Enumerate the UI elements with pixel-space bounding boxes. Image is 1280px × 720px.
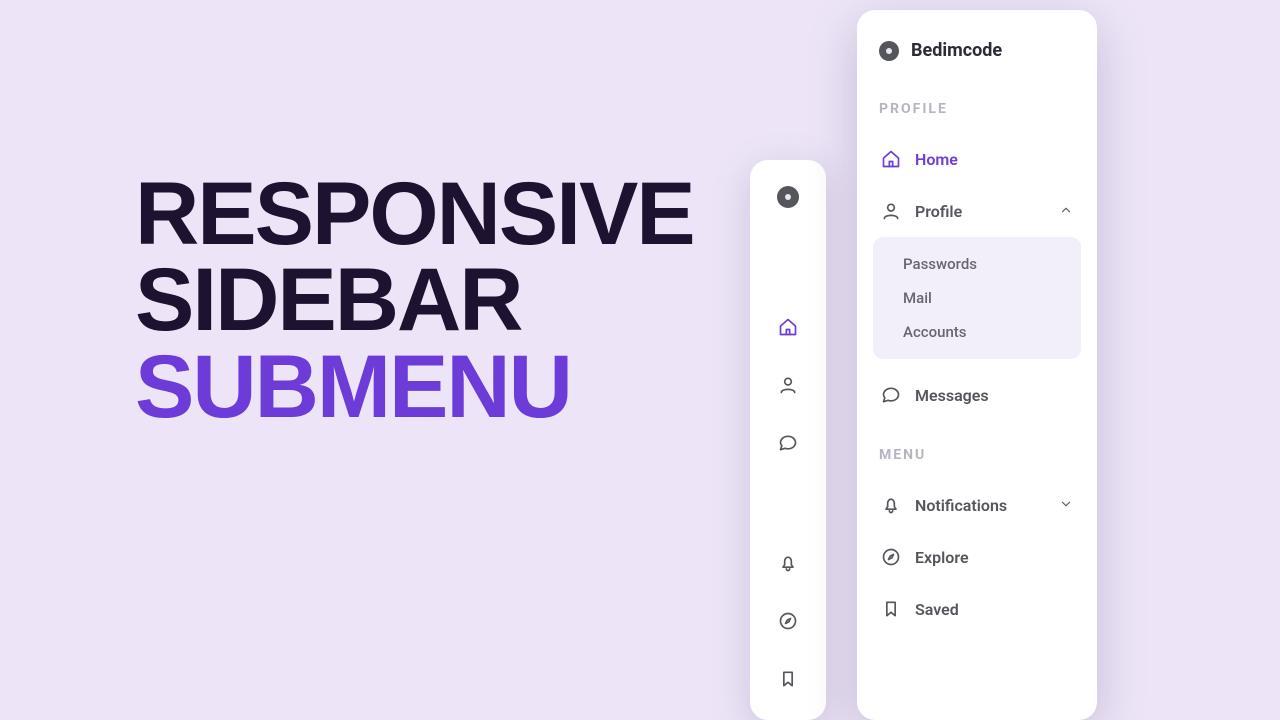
bookmark-icon: [881, 599, 901, 619]
sidebar-item-label: Profile: [915, 202, 962, 221]
sidebar-item-saved[interactable]: Saved: [873, 587, 1081, 631]
headline: RESPONSIVE SIDEBAR SUBMENU: [135, 170, 694, 429]
mini-item-explore[interactable]: [750, 592, 826, 650]
logo-icon: [777, 186, 799, 208]
chat-icon: [881, 385, 901, 405]
chevron-down-icon: [1059, 496, 1073, 515]
home-icon: [778, 317, 798, 337]
mini-item-messages[interactable]: [750, 414, 826, 472]
sidebar-item-label: Home: [915, 150, 958, 169]
mini-item-profile[interactable]: [750, 356, 826, 414]
mini-item-saved[interactable]: [750, 650, 826, 708]
user-icon: [881, 201, 901, 221]
brand[interactable]: Bedimcode: [873, 32, 1081, 61]
bell-icon: [778, 553, 798, 573]
submenu-profile: Passwords Mail Accounts: [873, 237, 1081, 359]
sidebar-item-label: Saved: [915, 600, 959, 619]
chat-icon: [778, 433, 798, 453]
sidebar-item-notifications[interactable]: Notifications: [873, 483, 1081, 527]
section-title-profile: PROFILE: [873, 101, 1081, 117]
sidebar-expanded: Bedimcode PROFILE Home Profile Passwords…: [857, 10, 1097, 720]
logo-icon: [879, 41, 899, 61]
sidebar-item-messages[interactable]: Messages: [873, 373, 1081, 417]
user-icon: [778, 375, 798, 395]
sidebar-item-explore[interactable]: Explore: [873, 535, 1081, 579]
headline-line-3: SUBMENU: [135, 343, 694, 429]
home-icon: [881, 149, 901, 169]
submenu-item-mail[interactable]: Mail: [873, 281, 1081, 315]
sidebar-item-label: Messages: [915, 386, 989, 405]
section-title-menu: MENU: [873, 447, 1081, 463]
compass-icon: [881, 547, 901, 567]
mini-item-notifications[interactable]: [750, 534, 826, 592]
sidebar-item-home[interactable]: Home: [873, 137, 1081, 181]
headline-line-2: SIDEBAR: [135, 256, 694, 342]
sidebar-item-label: Notifications: [915, 496, 1007, 515]
brand-name: Bedimcode: [911, 40, 1002, 61]
chevron-up-icon: [1059, 202, 1073, 221]
headline-line-1: RESPONSIVE: [135, 170, 694, 256]
mini-item-home[interactable]: [750, 298, 826, 356]
sidebar-collapsed: [750, 160, 826, 720]
sidebar-item-profile[interactable]: Profile: [873, 189, 1081, 233]
compass-icon: [778, 611, 798, 631]
sidebar-item-label: Explore: [915, 548, 969, 567]
bell-icon: [881, 495, 901, 515]
submenu-item-accounts[interactable]: Accounts: [873, 315, 1081, 349]
bookmark-icon: [778, 669, 798, 689]
submenu-item-passwords[interactable]: Passwords: [873, 247, 1081, 281]
